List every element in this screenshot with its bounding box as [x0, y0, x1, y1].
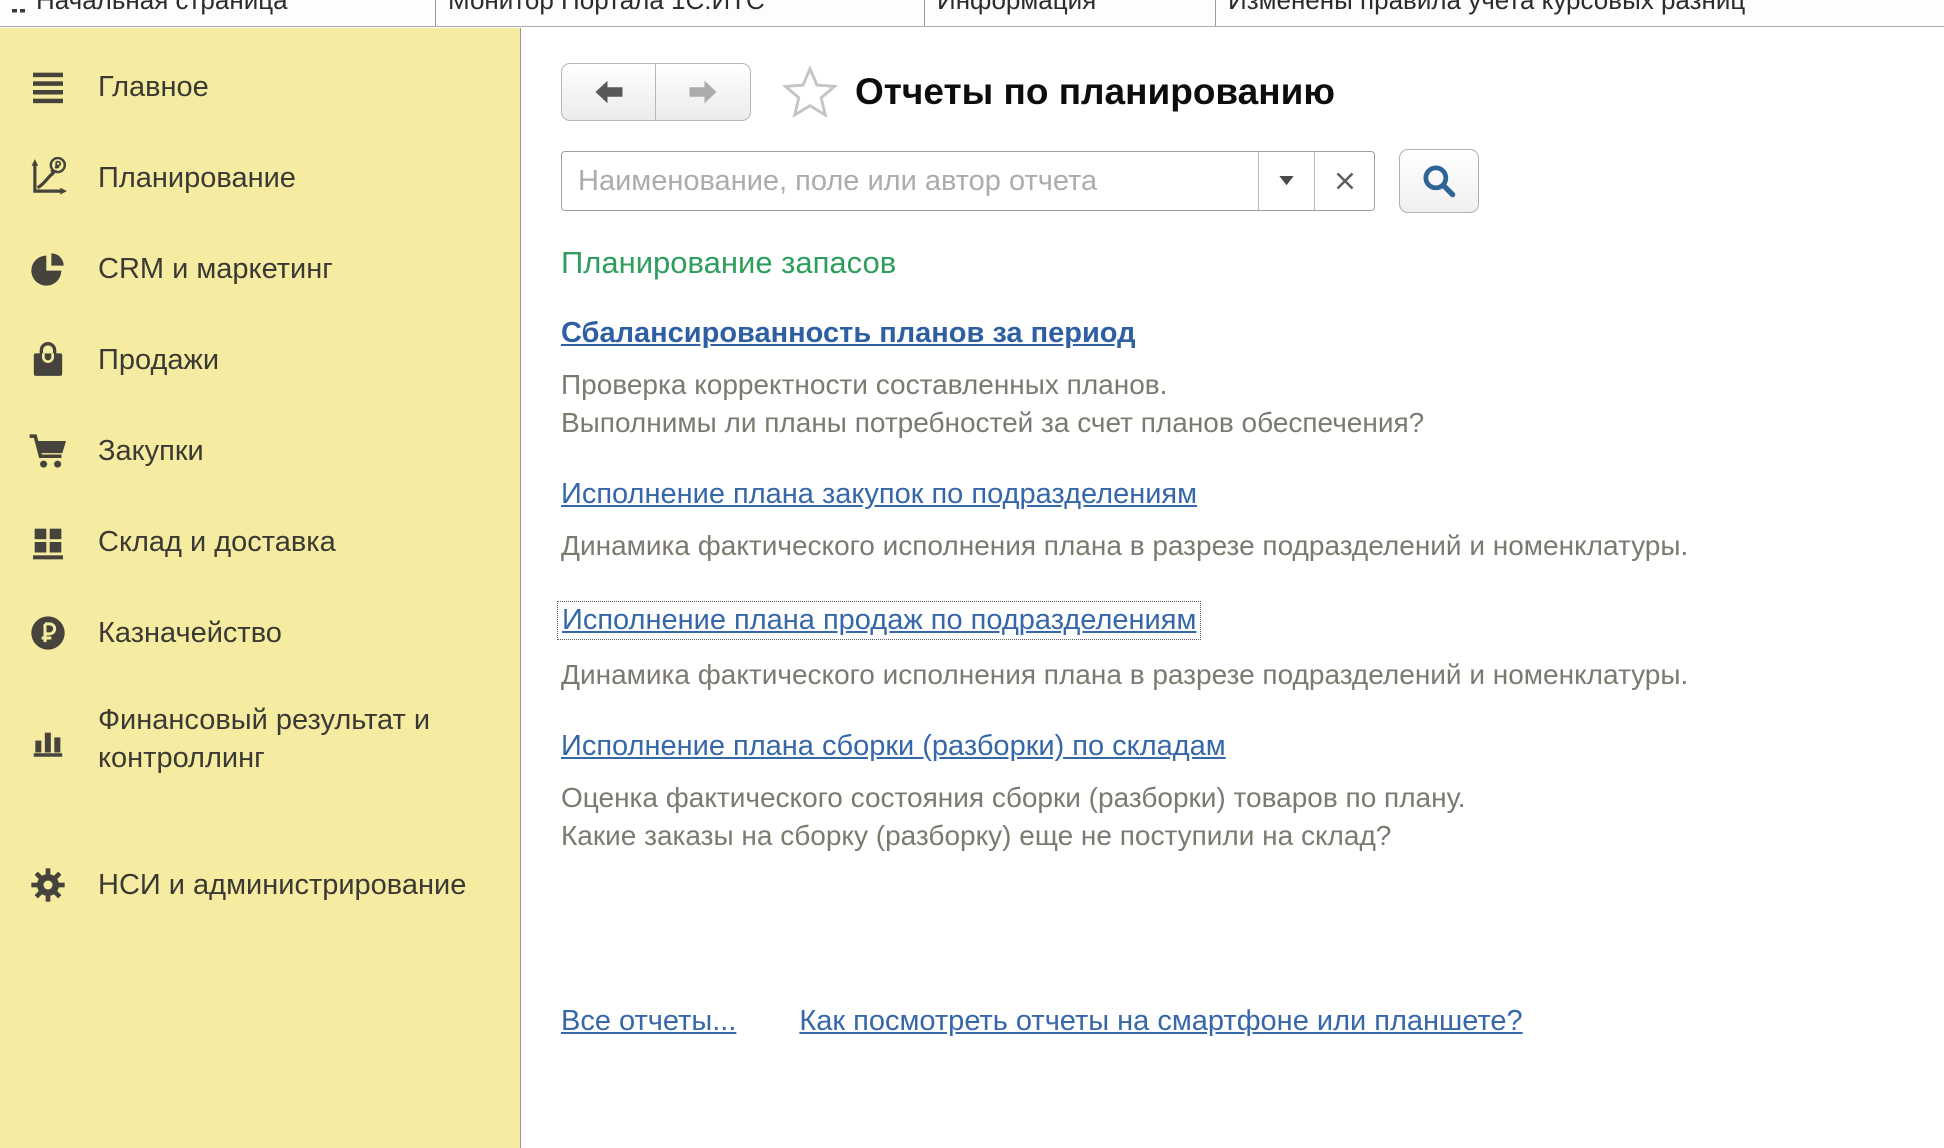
report-item: Исполнение плана сборки (разборки) по ск… [561, 730, 1944, 855]
search-row [561, 149, 1944, 213]
tab-its-portal-monitor[interactable]: Монитор Портала 1С:ИТС [436, 0, 925, 27]
section-header-inventory-planning: Планирование запасов [561, 245, 1944, 281]
history-nav-group [561, 63, 751, 121]
report-description-line: Оценка фактического состояния сборки (ра… [561, 779, 1944, 817]
menu-icon [20, 67, 76, 107]
report-link-purchase-plan-execution[interactable]: Исполнение плана закупок по подразделени… [561, 478, 1197, 511]
sidebar-item-sales[interactable]: Продажи [0, 314, 520, 405]
report-description: Проверка корректности составленных плано… [561, 366, 1944, 442]
search-input[interactable] [562, 152, 1258, 210]
sidebar-item-purchasing[interactable]: Закупки [0, 405, 520, 496]
planning-chart-icon [20, 157, 76, 199]
report-item: Исполнение плана закупок по подразделени… [561, 478, 1944, 565]
sidebar-item-nsi-administration[interactable]: НСИ и администрирование [0, 824, 520, 946]
sidebar-item-main[interactable]: Главное [0, 41, 520, 132]
forward-arrow-icon [685, 77, 721, 107]
sidebar-item-label: Главное [98, 68, 209, 106]
sidebar-item-label: Склад и доставка [98, 523, 336, 561]
report-link-plan-balance[interactable]: Сбалансированность планов за период [561, 317, 1136, 350]
sidebar-item-label: Закупки [98, 432, 204, 470]
tab-label: Информация [937, 0, 1096, 13]
close-icon [1336, 172, 1354, 190]
sidebar-item-label: Планирование [98, 159, 296, 197]
sidebar-item-crm-marketing[interactable]: CRM и маркетинг [0, 223, 520, 314]
footer-links-row: Все отчеты... Как посмотреть отчеты на с… [561, 1005, 1944, 1038]
search-field-group [561, 151, 1375, 211]
sidebar-item-label: НСИ и администрирование [98, 866, 466, 904]
gear-icon [20, 865, 76, 905]
page-title: Отчеты по планированию [855, 71, 1335, 113]
search-dropdown-button[interactable] [1258, 152, 1314, 210]
pie-chart-icon [20, 249, 76, 289]
warehouse-icon [20, 522, 76, 562]
sidebar-item-warehouse-delivery[interactable]: Склад и доставка [0, 496, 520, 587]
tab-label: Начальная страница [36, 0, 288, 13]
back-button[interactable] [561, 63, 656, 121]
chevron-down-icon [1279, 176, 1294, 186]
back-arrow-icon [591, 77, 627, 107]
window-tab-bar: Начальная страница Монитор Портала 1С:ИТ… [0, 0, 1944, 27]
tab-exchange-rate-rules[interactable]: Изменены правила учета курсовых разниц [1216, 0, 1944, 27]
report-description-line: Динамика фактического исполнения плана в… [561, 527, 1944, 565]
main-content: Отчеты по планированию Планирование [522, 28, 1944, 1148]
tab-home-page[interactable]: Начальная страница [0, 0, 436, 27]
forward-button[interactable] [656, 63, 751, 121]
report-link-sales-plan-execution[interactable]: Исполнение плана продаж по подразделения… [557, 601, 1201, 640]
navigation-row: Отчеты по планированию [561, 63, 1944, 121]
report-description: Оценка фактического состояния сборки (ра… [561, 779, 1944, 855]
shopping-bag-icon [20, 340, 76, 380]
sidebar-item-treasury[interactable]: Казначейство [0, 587, 520, 678]
report-link-assembly-plan-execution[interactable]: Исполнение плана сборки (разборки) по ск… [561, 730, 1226, 763]
search-button[interactable] [1399, 149, 1479, 213]
report-description: Динамика фактического исполнения плана в… [561, 527, 1944, 565]
report-description: Динамика фактического исполнения плана в… [561, 656, 1944, 694]
tab-label: Изменены правила учета курсовых разниц [1228, 0, 1745, 13]
sidebar-item-label: Продажи [98, 341, 219, 379]
report-description-line: Какие заказы на сборку (разборку) еще не… [561, 817, 1944, 855]
sidebar-item-financial-result[interactable]: Финансовый результат и контроллинг [0, 678, 520, 800]
report-description-line: Выполнимы ли планы потребностей за счет … [561, 404, 1944, 442]
report-item: Сбалансированность планов за период Пров… [561, 317, 1944, 442]
section-sidebar: Главное Планирование [0, 28, 521, 1148]
sidebar-item-planning[interactable]: Планирование [0, 132, 520, 223]
tab-information[interactable]: Информация [925, 0, 1216, 27]
all-reports-link[interactable]: Все отчеты... [561, 1005, 736, 1038]
ruble-coin-icon [20, 613, 76, 653]
report-description-line: Проверка корректности составленных плано… [561, 366, 1944, 404]
favorite-star-button[interactable] [781, 63, 839, 121]
shopping-cart-icon [20, 430, 76, 472]
search-clear-button[interactable] [1314, 152, 1374, 210]
smartphone-help-link[interactable]: Как посмотреть отчеты на смартфоне или п… [799, 1005, 1522, 1038]
report-description-line: Динамика фактического исполнения плана в… [561, 656, 1944, 694]
search-icon [1420, 162, 1458, 200]
sidebar-item-label: Финансовый результат и контроллинг [98, 701, 502, 777]
tab-label: Монитор Портала 1С:ИТС [448, 0, 765, 13]
star-icon [782, 65, 838, 119]
report-item: Исполнение плана продаж по подразделения… [561, 601, 1944, 694]
home-icon [12, 4, 26, 22]
bar-chart-icon [20, 720, 76, 758]
sidebar-item-label: Казначейство [98, 614, 282, 652]
sidebar-item-label: CRM и маркетинг [98, 250, 333, 288]
